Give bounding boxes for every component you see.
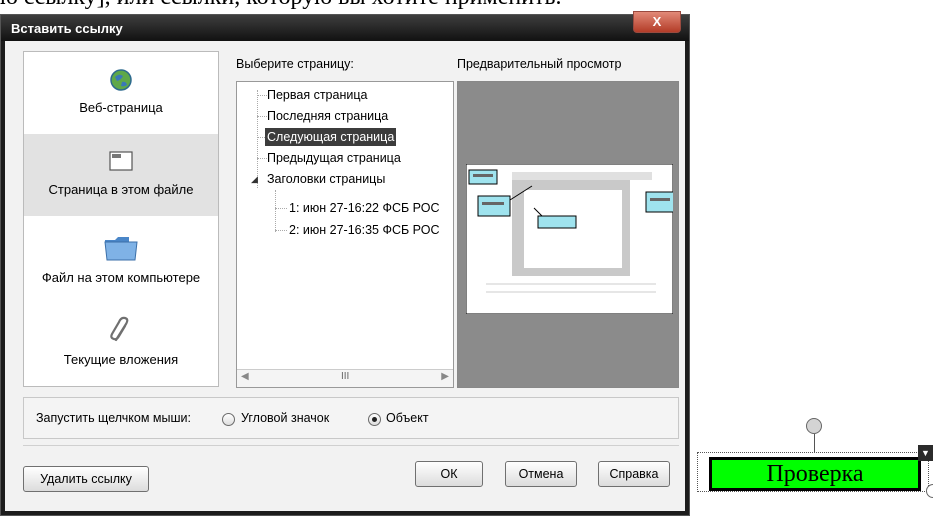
dialog-title: Вставить ссылку xyxy=(11,21,123,36)
tree-expander-icon[interactable]: ◢ xyxy=(251,170,258,188)
nav-label-page-in-file: Страница в этом файле xyxy=(48,182,194,197)
scroll-left-icon[interactable]: ◀ xyxy=(241,371,249,382)
insert-link-dialog: Вставить ссылку X Веб-страница Страница … xyxy=(0,11,690,516)
paperclip-icon xyxy=(110,316,129,342)
resize-handle[interactable] xyxy=(926,484,933,498)
page-icon xyxy=(109,151,133,171)
scroll-thumb[interactable]: III xyxy=(341,371,349,382)
nav-item-web-page[interactable]: Веб-страница xyxy=(24,52,218,134)
tree-guide-line xyxy=(275,230,287,231)
tree-guide-line xyxy=(275,208,287,209)
help-button[interactable]: Справка xyxy=(598,461,670,487)
radio-object-label[interactable]: Объект xyxy=(386,411,429,425)
radio-object[interactable] xyxy=(368,413,381,426)
launch-on-click-group: Запустить щелчком мыши: Угловой значок О… xyxy=(23,397,679,439)
dialog-body: Веб-страница Страница в этом файле Файл … xyxy=(5,41,685,511)
page-preview-thumbnail xyxy=(466,164,673,314)
tree-item-previous-page[interactable]: Предыдущая страница xyxy=(267,149,401,167)
link-type-nav: Веб-страница Страница в этом файле Файл … xyxy=(23,51,219,387)
tree-guide-line xyxy=(257,158,267,159)
nav-item-current-attachments[interactable]: Текущие вложения xyxy=(24,302,218,384)
page-tree: Первая страница Последняя страница Следу… xyxy=(236,81,454,388)
ok-button[interactable]: ОК xyxy=(415,461,483,487)
launch-label: Запустить щелчком мыши: xyxy=(36,411,191,425)
preview-label: Предварительный просмотр страницы: xyxy=(457,57,622,71)
tree-horizontal-scrollbar[interactable]: ◀ III ▶ xyxy=(237,369,453,387)
nav-label-current-attachments: Текущие вложения xyxy=(63,352,179,367)
dialog-titlebar[interactable]: Вставить ссылку X xyxy=(1,11,689,41)
page-preview xyxy=(457,81,679,388)
tree-guide-line xyxy=(257,95,267,96)
folder-icon xyxy=(104,237,138,261)
cancel-button[interactable]: Отмена xyxy=(505,461,577,487)
rotation-handle-stem xyxy=(814,434,815,452)
tree-item-heading-1[interactable]: 1: июн 27-16:22 ФСБ РОС xyxy=(289,199,439,217)
scroll-right-icon[interactable]: ▶ xyxy=(441,371,449,382)
close-button[interactable]: X xyxy=(633,11,681,33)
rotation-handle[interactable] xyxy=(806,418,822,434)
tree-label: Выберите страницу: xyxy=(236,57,354,71)
remove-link-button[interactable]: Удалить ссылку xyxy=(23,466,149,492)
background-document-text: ю ссылку], или ссылки, которую вы хотите… xyxy=(0,0,561,11)
object-menu-dropdown-icon[interactable]: ▼ xyxy=(918,445,933,461)
divider xyxy=(23,445,679,446)
globe-icon xyxy=(110,69,132,91)
nav-label-web-page: Веб-страница xyxy=(79,100,163,115)
radio-corner-icon[interactable] xyxy=(222,413,235,426)
tree-guide-line xyxy=(275,190,276,232)
object-check-box[interactable]: Проверка xyxy=(709,457,921,491)
tree-guide-line xyxy=(257,116,267,117)
radio-object-selected-dot xyxy=(372,417,377,422)
tree-item-heading-2[interactable]: 2: июн 27-16:35 ФСБ РОС xyxy=(289,221,439,239)
nav-item-page-in-file[interactable]: Страница в этом файле xyxy=(24,134,218,216)
tree-item-next-page[interactable]: Следующая страница xyxy=(265,128,397,146)
tree-item-page-headings[interactable]: Заголовки страницы xyxy=(267,170,385,188)
nav-item-file-on-computer[interactable]: Файл на этом компьютере xyxy=(24,220,218,302)
tree-item-last-page[interactable]: Последняя страница xyxy=(267,107,388,125)
radio-corner-icon-label[interactable]: Угловой значок xyxy=(241,411,329,425)
nav-label-file-on-computer: Файл на этом компьютере xyxy=(41,270,201,285)
tree-item-first-page[interactable]: Первая страница xyxy=(267,86,367,104)
